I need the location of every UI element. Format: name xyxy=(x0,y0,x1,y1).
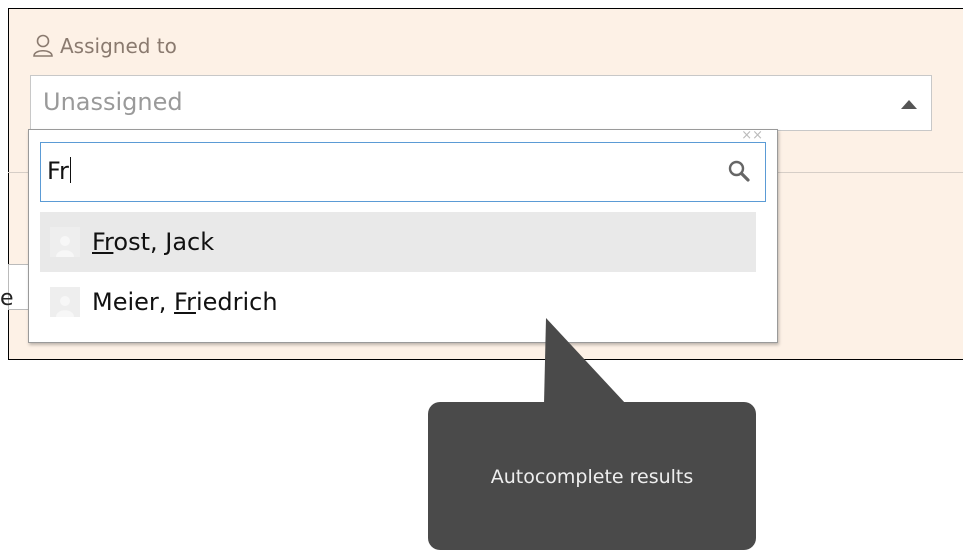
list-item[interactable]: Frost, Jack xyxy=(40,212,756,272)
search-icon[interactable] xyxy=(727,159,751,187)
assigned-to-label: Assigned to xyxy=(60,34,177,58)
assigned-to-select[interactable]: Unassigned xyxy=(30,75,932,131)
assigned-to-label-row: Assigned to xyxy=(32,34,177,58)
avatar xyxy=(50,287,80,317)
search-field[interactable]: Fr xyxy=(40,142,766,202)
background-text-fragment: e xyxy=(0,286,14,311)
list-item[interactable]: Meier, Friedrich xyxy=(40,272,756,332)
chevron-up-icon[interactable] xyxy=(901,100,917,109)
selected-value: Unassigned xyxy=(43,88,183,116)
result-name: Frost, Jack xyxy=(92,228,215,256)
user-icon xyxy=(32,34,54,58)
result-name: Meier, Friedrich xyxy=(92,288,278,316)
tooltip-text: Autocomplete results xyxy=(490,466,694,488)
search-input[interactable]: Fr xyxy=(47,157,71,185)
autocomplete-dropdown: ×× Fr Frost, Jack Meier, Friedrich xyxy=(28,128,778,343)
tooltip: Autocomplete results xyxy=(428,402,756,550)
dropdown-close-icon[interactable]: ×× xyxy=(741,128,763,143)
avatar xyxy=(50,227,80,257)
